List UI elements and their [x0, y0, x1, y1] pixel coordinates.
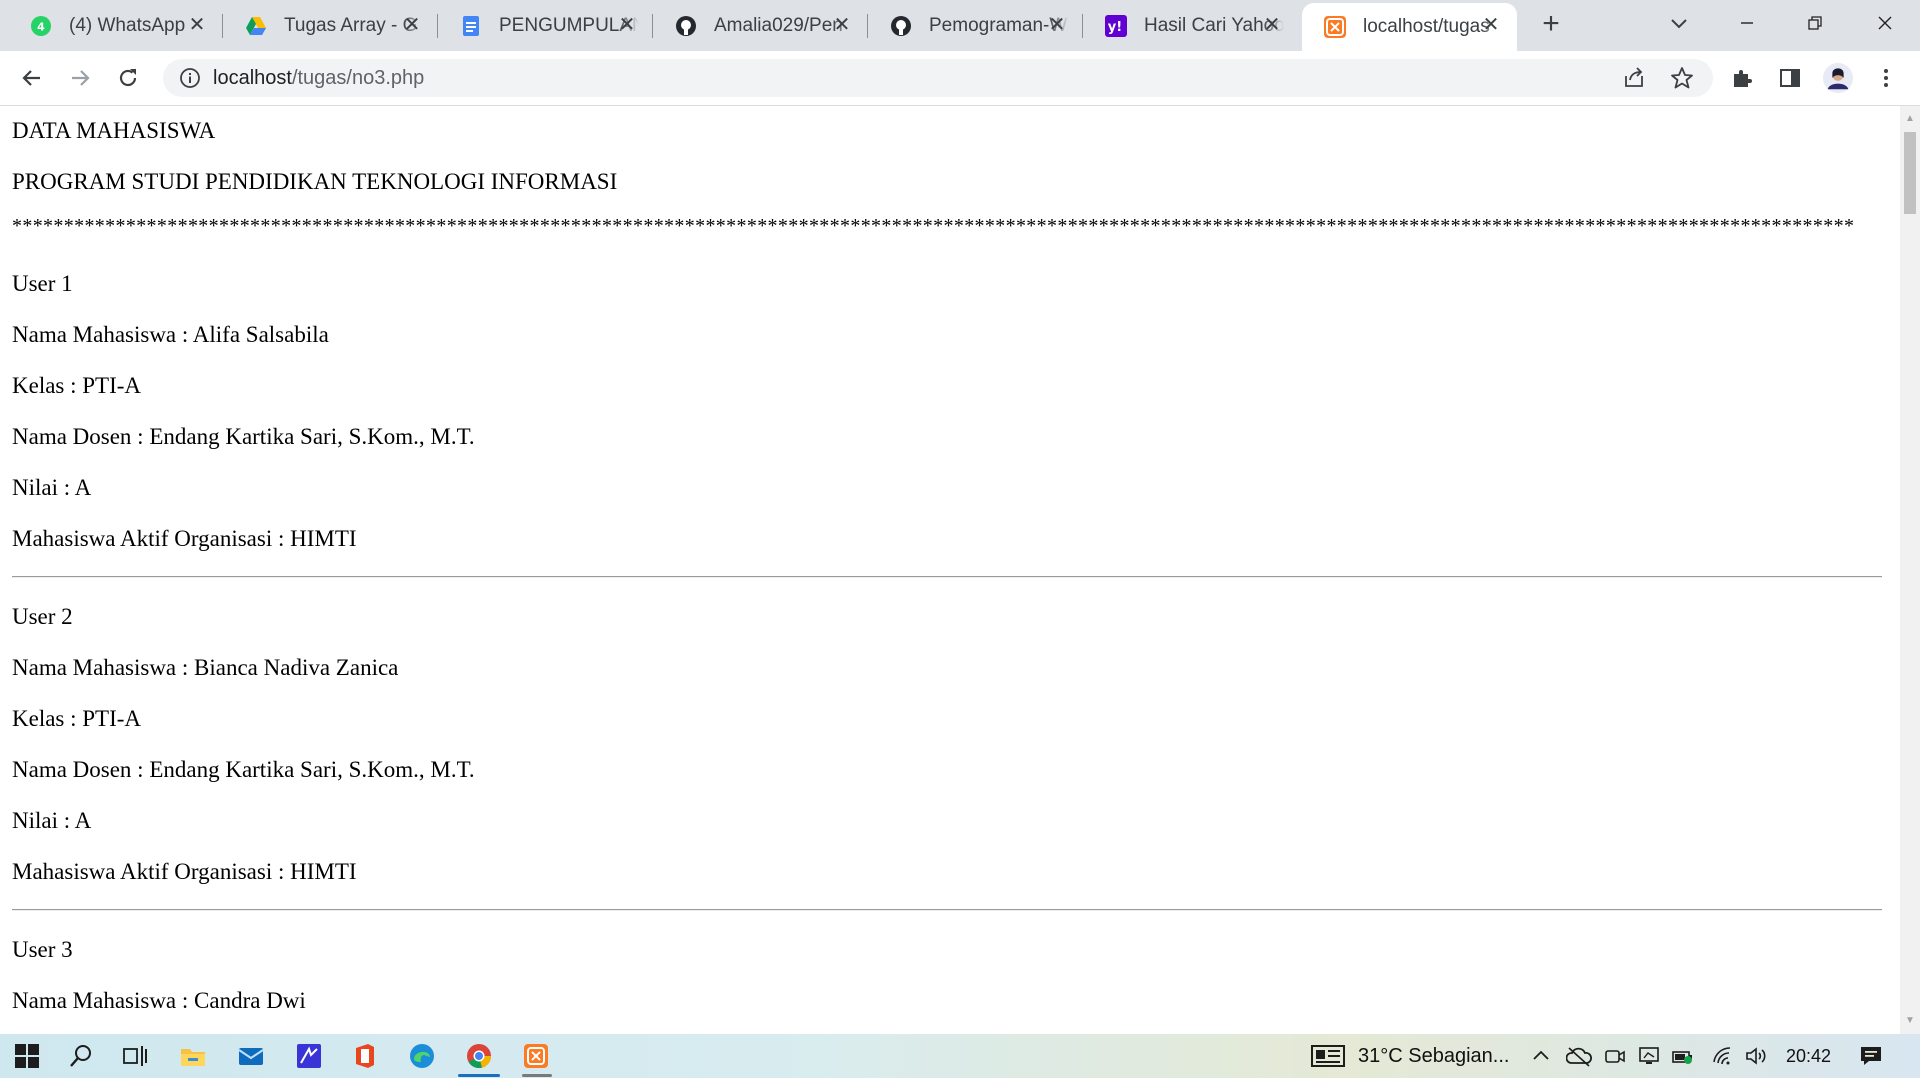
star-divider: ****************************************…: [12, 215, 1855, 237]
svg-text:y!: y!: [1108, 20, 1122, 35]
search-icon[interactable]: [66, 1041, 96, 1071]
student-name: Nama Mahasiswa : Alifa Salsabila: [12, 322, 329, 347]
tab-google-docs[interactable]: PENGUMPULAN ✕: [438, 0, 653, 51]
xampp-taskbar-icon[interactable]: [521, 1041, 551, 1071]
url-host: localhost: [213, 67, 292, 89]
close-tab-icon[interactable]: ✕: [832, 15, 852, 35]
back-arrow-icon[interactable]: [17, 63, 47, 93]
yahoo-icon: y!: [1105, 14, 1127, 37]
news-widget-icon[interactable]: [1310, 1041, 1346, 1071]
tab-whatsapp[interactable]: 4 (4) WhatsApp ✕: [8, 0, 223, 51]
chrome-icon[interactable]: [464, 1041, 494, 1071]
bookmark-star-icon[interactable]: [1669, 65, 1695, 91]
github-icon: [890, 15, 912, 37]
student-name: Nama Mahasiswa : Bianca Nadiva Zanica: [12, 655, 399, 680]
lecturer-name: Nama Dosen : Endang Kartika Sari, S.Kom.…: [12, 757, 475, 782]
tab-github-pemograman[interactable]: Pemograman-W ✕: [868, 0, 1083, 51]
site-info-icon[interactable]: [177, 65, 203, 91]
student-organization: Mahasiswa Aktif Organisasi : HIMTI: [12, 526, 357, 551]
student-name: Nama Mahasiswa : Candra Dwi: [12, 988, 306, 1013]
page-viewport: DATA MAHASISWA PROGRAM STUDI PENDIDIKAN …: [0, 106, 1900, 1034]
profile-avatar[interactable]: [1823, 63, 1853, 93]
onedrive-cloud-icon[interactable]: [1564, 1041, 1594, 1071]
xampp-icon: [1324, 16, 1346, 38]
student-organization: Mahasiswa Aktif Organisasi : HIMTI: [12, 859, 357, 884]
restore-icon[interactable]: [1800, 8, 1830, 38]
close-tab-icon[interactable]: ✕: [1047, 15, 1067, 35]
student-grade: Nilai : A: [12, 475, 92, 500]
close-tab-icon[interactable]: ✕: [1481, 15, 1501, 35]
close-tab-icon[interactable]: ✕: [402, 15, 422, 35]
office-icon[interactable]: [350, 1041, 380, 1071]
google-drive-icon: [245, 15, 267, 37]
url-text[interactable]: localhost/tugas/no3.php: [213, 59, 424, 97]
page-subtitle: PROGRAM STUDI PENDIDIKAN TEKNOLOGI INFOR…: [12, 169, 618, 194]
weather-text[interactable]: 31°C Sebagian...: [1358, 1034, 1509, 1078]
horizontal-rule: [12, 909, 1882, 911]
close-window-icon[interactable]: [1870, 8, 1900, 38]
windows-start-icon[interactable]: [12, 1041, 42, 1071]
close-tab-icon[interactable]: ✕: [187, 15, 207, 35]
visual-studio-icon[interactable]: [294, 1041, 324, 1071]
user-label: User 1: [12, 271, 73, 296]
screen-display-icon[interactable]: [1634, 1041, 1664, 1071]
active-app-indicator: [458, 1074, 500, 1077]
close-tab-icon[interactable]: ✕: [1262, 15, 1282, 35]
clock-time[interactable]: 20:42: [1786, 1034, 1831, 1078]
browser-toolbar: localhost/tugas/no3.php: [0, 51, 1920, 106]
side-panel-icon[interactable]: [1775, 63, 1805, 93]
tab-localhost[interactable]: localhost/tugas ✕: [1302, 3, 1517, 51]
tab-strip: 4 (4) WhatsApp ✕ Tugas Array - G ✕ PENGU…: [0, 0, 1920, 51]
scroll-down-arrow-icon[interactable]: ▼: [1905, 1016, 1915, 1026]
user-label: User 2: [12, 604, 73, 629]
share-icon[interactable]: [1621, 65, 1647, 91]
horizontal-rule: [12, 576, 1882, 578]
close-tab-icon[interactable]: ✕: [617, 15, 637, 35]
tab-yahoo[interactable]: y! Hasil Cari Yahoo ✕: [1083, 0, 1298, 51]
edge-browser-icon[interactable]: [407, 1041, 437, 1071]
wifi-icon[interactable]: [1708, 1041, 1738, 1071]
minimize-icon[interactable]: [1732, 8, 1762, 38]
running-app-indicator: [522, 1074, 552, 1077]
github-icon: [675, 15, 697, 37]
tab-github-amalia[interactable]: Amalia029/Pen ✕: [653, 0, 868, 51]
url-path: /tugas/no3.php: [291, 67, 425, 89]
page-title: DATA MAHASISWA: [12, 118, 216, 143]
task-view-icon[interactable]: [120, 1041, 150, 1071]
show-hidden-icons-chevron-icon[interactable]: [1526, 1041, 1556, 1071]
scrollbar-thumb[interactable]: [1904, 132, 1916, 214]
google-docs-icon: [460, 15, 482, 37]
whatsapp-icon: 4: [30, 15, 52, 37]
tab-google-drive[interactable]: Tugas Array - G ✕: [223, 0, 438, 51]
vertical-scrollbar[interactable]: ▲ ▼: [1900, 106, 1920, 1034]
file-explorer-icon[interactable]: [178, 1041, 208, 1071]
user-label: User 3: [12, 937, 73, 962]
notifications-icon[interactable]: [1856, 1041, 1886, 1071]
reload-icon[interactable]: [113, 63, 143, 93]
meet-now-camera-icon[interactable]: [1600, 1041, 1630, 1071]
lecturer-name: Nama Dosen : Endang Kartika Sari, S.Kom.…: [12, 424, 475, 449]
student-class: Kelas : PTI-A: [12, 706, 142, 731]
windows-taskbar: 31°C Sebagian... 20:42: [0, 1034, 1920, 1078]
extensions-puzzle-icon[interactable]: [1727, 63, 1757, 93]
tab-search-chevron-icon[interactable]: [1668, 12, 1690, 34]
new-tab-button[interactable]: +: [1536, 9, 1566, 40]
svg-text:4: 4: [37, 20, 45, 33]
volume-icon[interactable]: [1742, 1041, 1772, 1071]
student-class: Kelas : PTI-A: [12, 373, 142, 398]
mail-icon[interactable]: [236, 1041, 266, 1071]
forward-arrow-icon[interactable]: [65, 63, 95, 93]
scroll-up-arrow-icon[interactable]: ▲: [1905, 114, 1915, 124]
battery-icon[interactable]: [1668, 1041, 1698, 1071]
address-bar[interactable]: localhost/tugas/no3.php: [163, 59, 1713, 97]
more-menu-icon[interactable]: [1871, 63, 1901, 93]
student-grade: Nilai : A: [12, 808, 92, 833]
